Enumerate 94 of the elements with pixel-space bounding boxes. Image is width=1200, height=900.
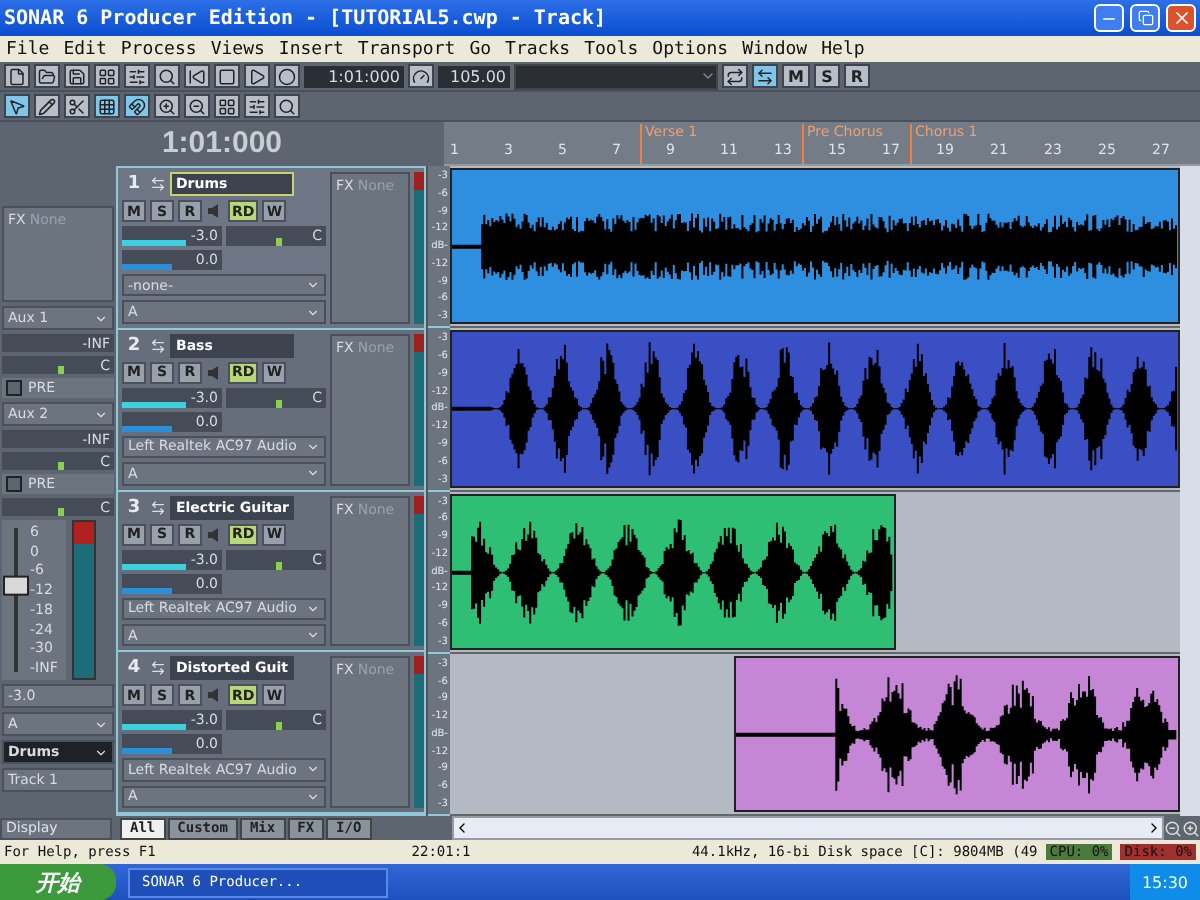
fader-handle[interactable] (3, 575, 29, 596)
menu-item[interactable]: Options (652, 39, 729, 59)
grid-icon (98, 97, 116, 115)
scissors-icon (68, 97, 86, 115)
audio-clip[interactable] (734, 655, 1180, 812)
speaker-icon[interactable] (206, 363, 224, 382)
record-button[interactable] (274, 64, 300, 88)
audio-clip[interactable] (450, 330, 1180, 487)
mix-button[interactable]: R (843, 64, 870, 88)
speaker-icon[interactable] (206, 686, 224, 705)
time-display: 1:01:000 (304, 65, 404, 87)
menu-item[interactable]: Edit (63, 39, 107, 59)
zoom-in-icon (158, 97, 176, 115)
layout-icon (218, 97, 236, 115)
layout-button[interactable] (214, 94, 240, 118)
menu-item[interactable]: File (6, 39, 50, 59)
close-icon (1171, 8, 1191, 28)
double-arrow-icon[interactable] (150, 176, 166, 192)
mix-button[interactable]: S (813, 64, 840, 88)
menu-item[interactable]: Go (469, 39, 492, 59)
save-button[interactable] (64, 64, 90, 88)
grid-button[interactable] (94, 94, 120, 118)
select-tool-icon (8, 97, 26, 115)
rewind-icon (188, 67, 206, 85)
zoom-out-button[interactable] (184, 94, 210, 118)
double-arrow-icon[interactable] (150, 337, 166, 354)
tempo-display: 105.00 (438, 65, 510, 87)
track-number: 4 (125, 658, 143, 679)
zoom-out-icon (188, 97, 206, 115)
metronome-icon (412, 67, 430, 85)
snap-icon (128, 97, 146, 115)
console-view-icon (128, 67, 146, 85)
vertical-scrollbar[interactable] (1180, 166, 1200, 816)
search-icon (278, 97, 296, 115)
open-folder-button[interactable] (34, 64, 60, 88)
horizontal-scrollbar[interactable] (452, 816, 1164, 840)
scissors-button[interactable] (64, 94, 90, 118)
search-button[interactable] (154, 64, 180, 88)
menu-item[interactable]: Window (742, 39, 808, 59)
open-folder-icon (38, 67, 56, 85)
window-title: SONAR 6 Producer Edition - [TUTORIAL5.cwp - Track] (4, 7, 609, 29)
sliders-icon (248, 97, 266, 115)
save-icon (68, 67, 86, 85)
menu-item[interactable]: Transport (357, 39, 456, 59)
double-arrow-icon[interactable] (150, 499, 166, 515)
menu-item[interactable]: Insert (278, 39, 344, 59)
console-view-button[interactable] (124, 64, 150, 88)
clock-text: 15:30 (1141, 873, 1188, 891)
now-time-display: 1:01:000 (159, 124, 285, 164)
menu-item[interactable]: Tools (584, 39, 639, 59)
maximize-button[interactable] (1130, 4, 1160, 32)
play-button[interactable] (244, 64, 270, 88)
loop-icon (726, 67, 744, 85)
loop-button[interactable] (722, 64, 748, 88)
new-file-icon (8, 67, 26, 85)
mix-button[interactable]: M (782, 64, 810, 88)
minimize-button[interactable] (1094, 4, 1124, 32)
zoom-out-icon[interactable] (1164, 819, 1182, 837)
search-button[interactable] (274, 94, 300, 118)
sliders-button[interactable] (244, 94, 270, 118)
menu-item[interactable]: Help (821, 39, 865, 59)
play-icon (248, 67, 266, 85)
menu-item[interactable]: Tracks (505, 39, 571, 59)
pencil-tool-button[interactable] (34, 94, 60, 118)
pencil-tool-icon (38, 97, 56, 115)
double-arrow-icon[interactable] (150, 660, 166, 677)
speaker-icon[interactable] (206, 525, 224, 543)
punch-icon (756, 67, 774, 85)
stop-icon (218, 67, 236, 85)
stop-button[interactable] (214, 64, 240, 88)
zoom-in-icon[interactable] (1182, 819, 1200, 837)
rewind-button[interactable] (184, 64, 210, 88)
menu-item[interactable]: Views (210, 39, 265, 59)
audio-clip[interactable] (450, 168, 1180, 325)
snap-button[interactable] (124, 94, 150, 118)
record-icon (278, 67, 296, 85)
select-tool-button[interactable] (4, 94, 30, 118)
speaker-icon[interactable] (206, 202, 224, 220)
punch-button[interactable] (752, 64, 778, 88)
start-button[interactable]: 开始 (0, 864, 116, 900)
zoom-in-button[interactable] (154, 94, 180, 118)
audio-clip[interactable] (450, 493, 896, 650)
track-view-icon (98, 67, 116, 85)
close-button[interactable] (1166, 4, 1196, 32)
search-icon (158, 67, 176, 85)
scroll-right-icon[interactable] (1146, 820, 1162, 836)
new-file-button[interactable] (4, 64, 30, 88)
track-number: 2 (125, 335, 143, 356)
metronome-button[interactable] (408, 64, 434, 88)
track-number: 1 (125, 174, 143, 194)
menu-item[interactable]: Process (120, 39, 197, 59)
scroll-left-icon[interactable] (454, 820, 470, 836)
restore-icon (1137, 10, 1153, 26)
track-number: 3 (125, 497, 143, 517)
